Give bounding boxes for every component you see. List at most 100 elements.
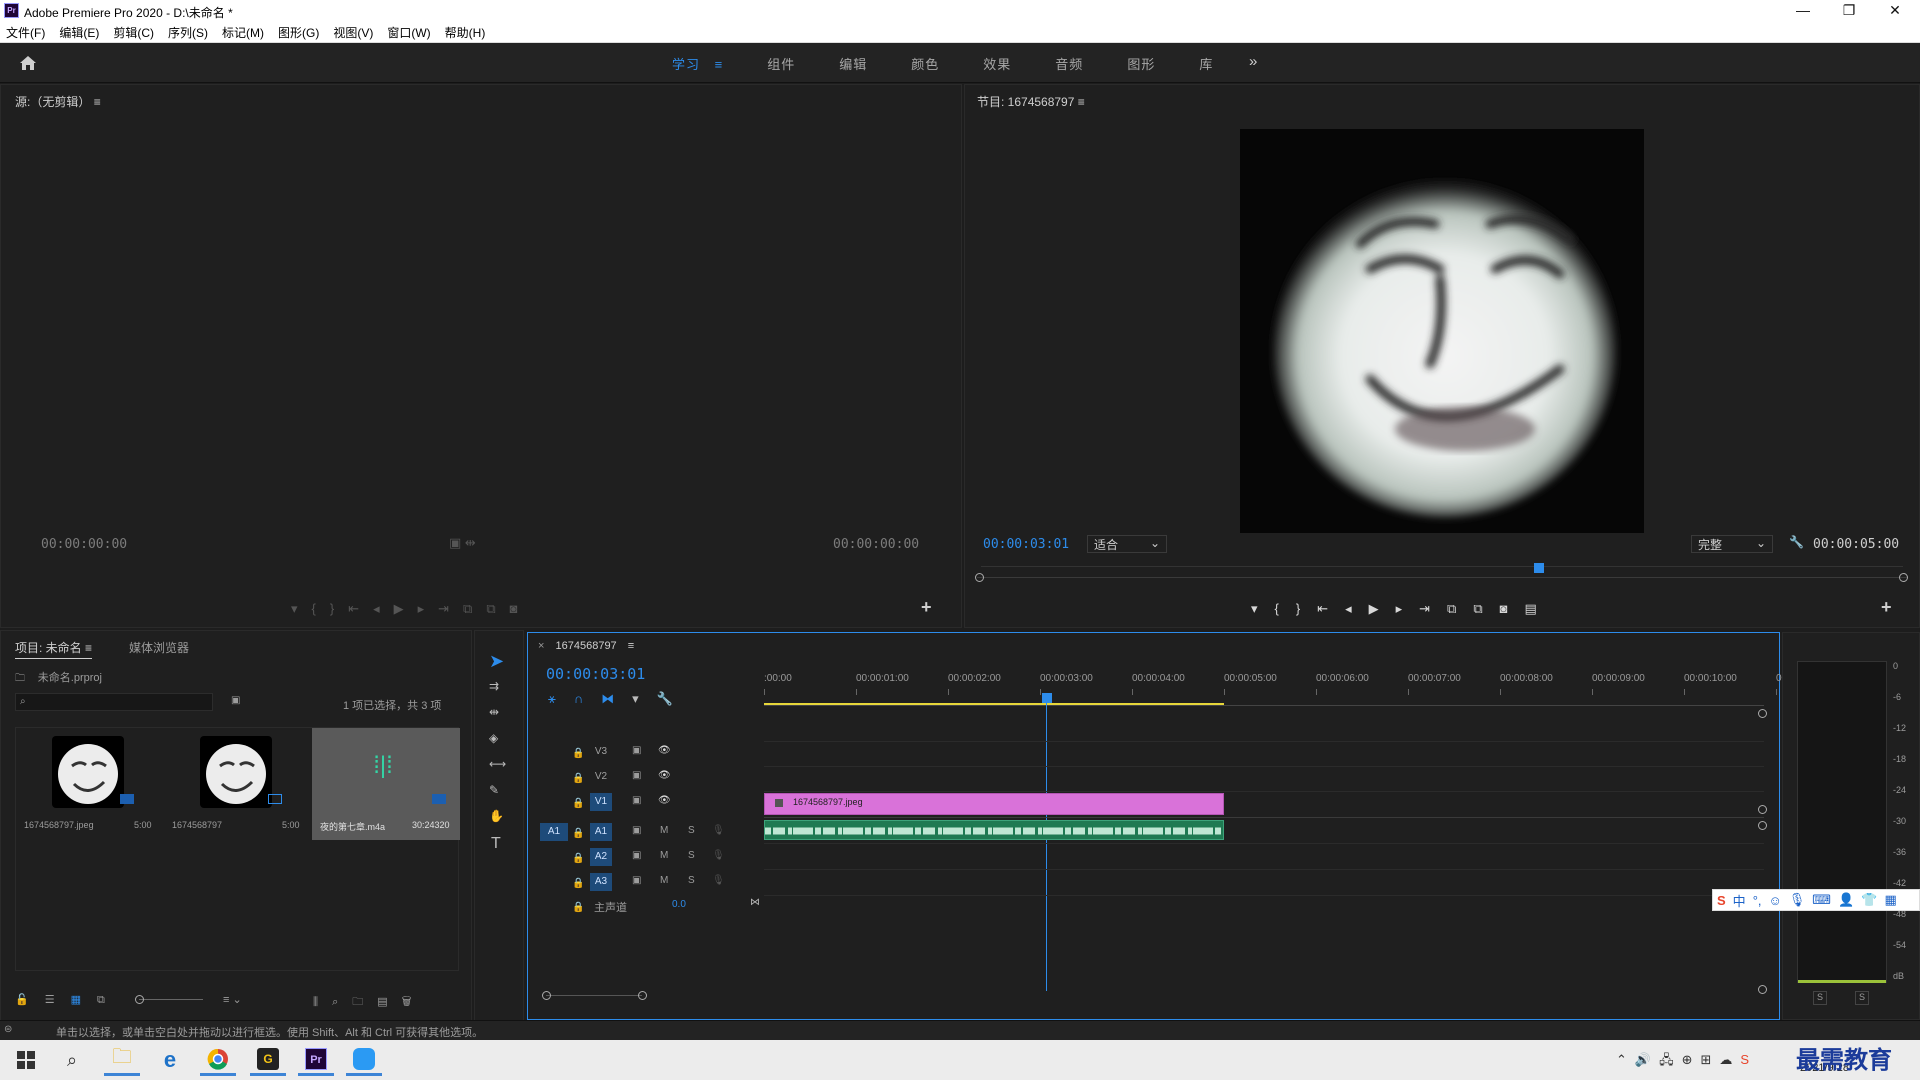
menu-clip[interactable]: 剪辑(C) — [113, 24, 154, 41]
timeline-toolbar[interactable]: ⚹∩⧓▾🔧 — [548, 691, 691, 707]
lock-icon[interactable]: 🔒 — [572, 853, 584, 864]
project-footer-tools[interactable]: 🔓☰▦⧉ — [15, 993, 121, 1007]
program-transport-controls[interactable]: ▾{}⇤◂▶▸⇥⧉⧉◙▤ — [1251, 601, 1554, 617]
find-icon[interactable]: ⌕ — [332, 996, 352, 1008]
automate-icon[interactable]: ⫼ — [313, 996, 332, 1008]
tab-project[interactable]: 项目: 未命名 ≡ — [15, 639, 93, 659]
ime-emoji-icon[interactable]: ☺ — [1769, 893, 1782, 908]
project-actions[interactable]: ⫼⌕🗀▤🗑 — [313, 993, 426, 1012]
workspace-more-button[interactable]: » — [1249, 53, 1257, 70]
source-timecode-left[interactable]: 00:00:00:00 — [41, 537, 127, 552]
new-bin-icon[interactable]: 🗀 — [352, 996, 377, 1008]
source-patch-a1[interactable]: A1 — [540, 823, 568, 841]
track-v1-label[interactable]: V1 — [590, 793, 612, 811]
tab-media-browser[interactable]: 媒体浏览器 — [129, 639, 189, 656]
project-item[interactable]: 1674568797 5:00 — [164, 728, 312, 840]
snap-icon[interactable]: ∩ — [574, 691, 601, 706]
new-bin-from-search-icon[interactable]: ▣ — [231, 695, 240, 706]
minimize-button[interactable]: — — [1780, 0, 1826, 22]
premiere-taskbar-icon[interactable]: Pr — [298, 1044, 334, 1076]
ime-user-icon[interactable]: 👤 — [1838, 892, 1854, 908]
type-tool-icon[interactable]: T — [491, 835, 501, 853]
icon-view-icon[interactable]: ▦ — [71, 994, 97, 1006]
workspace-tab-libraries[interactable]: 库 — [1199, 54, 1213, 73]
eye-icon[interactable]: 👁 — [658, 745, 671, 756]
ime-punct-icon[interactable]: °, — [1753, 893, 1762, 908]
program-video-frame[interactable] — [1240, 129, 1644, 533]
tray-chevron-icon[interactable]: ⌃ — [1616, 1052, 1635, 1067]
home-icon[interactable] — [18, 53, 38, 73]
microphone-icon[interactable]: 🎙 — [712, 875, 725, 886]
sync-lock-icon[interactable]: ▣ — [632, 875, 641, 886]
sync-lock-icon[interactable]: ▣ — [632, 795, 641, 806]
panel-menu-icon[interactable]: ≡ — [1078, 95, 1085, 109]
solo-button[interactable]: S — [688, 850, 695, 861]
menu-sequence[interactable]: 序列(S) — [168, 24, 208, 41]
file-explorer-icon[interactable]: 🗀 — [104, 1044, 140, 1076]
add-marker-icon[interactable]: ▾ — [632, 691, 657, 706]
razor-tool-icon[interactable]: ◈ — [489, 731, 498, 745]
zoom-handle-left[interactable] — [542, 991, 551, 1000]
mute-button[interactable]: M — [660, 875, 668, 886]
source-transport-controls[interactable]: ▾{}⇤◂▶▸⇥⧉⧉◙ — [291, 601, 531, 617]
audio-clip[interactable] — [764, 820, 1224, 840]
zoom-slider-handle[interactable] — [135, 995, 144, 1004]
timeline-playhead-handle[interactable] — [1042, 693, 1052, 703]
wrench-icon[interactable]: 🔧 — [1789, 535, 1804, 549]
hand-tool-icon[interactable]: ✋ — [489, 809, 504, 823]
microphone-icon[interactable]: 🎙 — [712, 850, 725, 861]
close-button[interactable]: ✕ — [1872, 0, 1918, 22]
ripple-edit-tool-icon[interactable]: ⇹ — [489, 705, 499, 719]
ime-toolbar[interactable]: S 中 °, ☺ 🎙 ⌨ 👤 👕 ▦ — [1712, 889, 1920, 911]
solo-button[interactable]: S — [688, 875, 695, 886]
lock-icon[interactable]: 🔒 — [572, 798, 584, 809]
lock-icon[interactable]: 🔒 — [572, 748, 584, 759]
timeline-timecode[interactable]: 00:00:03:01 — [546, 665, 645, 683]
app-g-icon[interactable]: G — [250, 1044, 286, 1076]
video-clip[interactable]: 1674568797.jpeg — [764, 793, 1224, 815]
solo-button[interactable]: S — [688, 825, 695, 836]
zoom-handle-right[interactable] — [638, 991, 647, 1000]
list-view-icon[interactable]: ☰ — [45, 994, 71, 1006]
track-a2-label[interactable]: A2 — [590, 848, 612, 866]
source-add-button-icon[interactable]: + — [921, 597, 932, 618]
mute-button[interactable]: M — [660, 825, 668, 836]
freeform-view-icon[interactable]: ⧉ — [97, 994, 121, 1006]
time-ruler[interactable]: :00:00 00:00:01:00 00:00:02:00 00:00:03:00 0… — [764, 673, 1787, 695]
menu-edit[interactable]: 编辑(E) — [59, 24, 99, 41]
menu-help[interactable]: 帮助(H) — [445, 24, 486, 41]
timeline-zoom-bar[interactable] — [546, 995, 642, 996]
trash-icon[interactable]: 🗑 — [402, 996, 426, 1008]
menu-view[interactable]: 视图(V) — [333, 24, 373, 41]
linked-selection-icon[interactable]: ⧓ — [601, 691, 632, 706]
master-volume-value[interactable]: 0.0 — [672, 899, 686, 910]
project-search-input[interactable]: ⌕ — [15, 693, 213, 711]
close-tab-icon[interactable]: × — [538, 640, 544, 652]
pen-tool-icon[interactable]: ✎ — [489, 783, 499, 797]
ime-voice-icon[interactable]: 🎙 — [1789, 892, 1806, 908]
zoom-slider[interactable] — [139, 999, 203, 1000]
ime-language-icon[interactable]: 中 — [1733, 891, 1746, 910]
lock-icon[interactable]: 🔒 — [572, 878, 584, 889]
track-v2-label[interactable]: V2 — [590, 768, 612, 786]
tray-app-icon[interactable]: ⊕ — [1682, 1052, 1701, 1067]
workspace-tab-audio[interactable]: 音频 — [1055, 54, 1083, 73]
lock-icon[interactable]: 🔒 — [572, 902, 584, 913]
project-item[interactable]: ⁞|⁞ 夜的第七章.m4a 30:24320 — [312, 728, 460, 840]
tray-app-icon[interactable]: ⊞ — [1701, 1052, 1720, 1067]
ime-keyboard-icon[interactable]: ⌨ — [1812, 892, 1831, 908]
scroll-handle[interactable] — [1758, 709, 1767, 718]
zoom-handle-left[interactable] — [975, 573, 984, 582]
slip-tool-icon[interactable]: ⟷ — [489, 757, 506, 771]
zoom-handle-right[interactable] — [1899, 573, 1908, 582]
track-v3-label[interactable]: V3 — [590, 743, 612, 761]
panel-menu-icon[interactable]: ≡ — [628, 640, 634, 652]
track-a3-label[interactable]: A3 — [590, 873, 612, 891]
maximize-button[interactable]: ❐ — [1826, 0, 1872, 22]
track-select-tool-icon[interactable]: ⇉ — [489, 679, 499, 693]
sogou-logo-icon[interactable]: S — [1717, 893, 1726, 908]
master-track-options-icon[interactable]: ⋈ — [750, 897, 760, 908]
track-a1-label[interactable]: A1 — [590, 823, 612, 841]
panel-menu-icon[interactable]: ≡ — [94, 95, 101, 109]
workspace-tab-learn[interactable]: 学习 ≡ — [672, 54, 723, 73]
